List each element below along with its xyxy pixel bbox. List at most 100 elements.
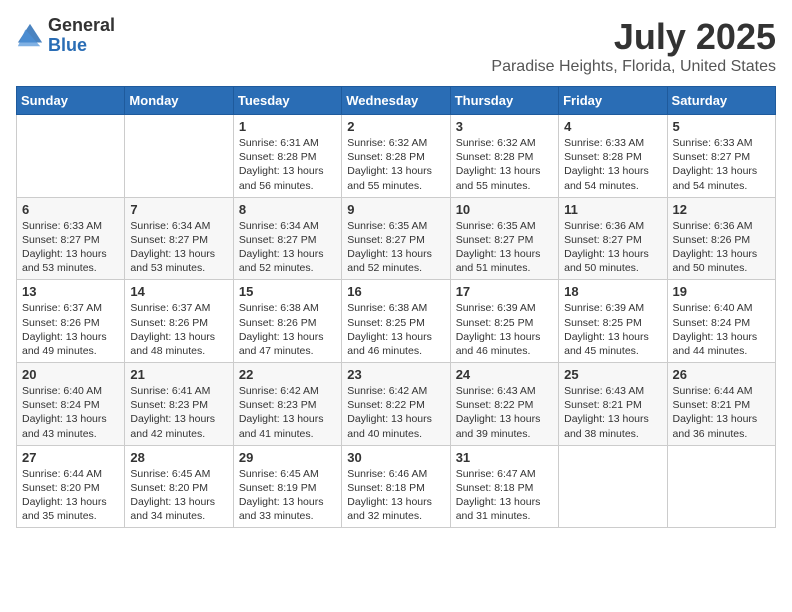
- day-info: Sunrise: 6:37 AM Sunset: 8:26 PM Dayligh…: [22, 301, 119, 358]
- day-number: 19: [673, 284, 770, 299]
- day-number: 12: [673, 202, 770, 217]
- day-number: 25: [564, 367, 661, 382]
- day-number: 13: [22, 284, 119, 299]
- calendar-cell: 22Sunrise: 6:42 AM Sunset: 8:23 PM Dayli…: [233, 363, 341, 446]
- calendar-week-row: 27 Sunrise: 6:44 AM Sunset: 8:20 PM Dayli…: [17, 445, 776, 528]
- day-info: Sunrise: 6:42 AM Sunset: 8:23 PM Dayligh…: [239, 384, 336, 441]
- calendar-cell: 12 Sunrise: 6:36 AM Sunset: 8:26 PM Dayli…: [667, 197, 775, 280]
- location-title: Paradise Heights, Florida, United States: [491, 58, 776, 76]
- day-of-week-header: Monday: [125, 87, 233, 115]
- day-info: Sunrise: 6:40 AM Sunset: 8:24 PM Dayligh…: [22, 384, 119, 441]
- calendar-header: SundayMondayTuesdayWednesdayThursdayFrid…: [17, 87, 776, 115]
- day-number: 11: [564, 202, 661, 217]
- day-number: 20: [22, 367, 119, 382]
- day-number: 18: [564, 284, 661, 299]
- day-info: Sunrise: 6:36 AM Sunset: 8:27 PM Dayligh…: [564, 219, 661, 276]
- calendar-cell: 5 Sunrise: 6:33 AM Sunset: 8:27 PM Daylig…: [667, 115, 775, 198]
- day-info: Sunrise: 6:33 AM Sunset: 8:27 PM Dayligh…: [673, 136, 770, 193]
- day-number: 31: [456, 450, 553, 465]
- calendar-cell: 28 Sunrise: 6:45 AM Sunset: 8:20 PM Dayli…: [125, 445, 233, 528]
- calendar-cell: 16Sunrise: 6:38 AM Sunset: 8:25 PM Dayli…: [342, 280, 450, 363]
- calendar-body: 1Sunrise: 6:31 AM Sunset: 8:28 PM Daylig…: [17, 115, 776, 528]
- page-header: General Blue July 2025 Paradise Heights,…: [16, 16, 776, 76]
- day-number: 4: [564, 119, 661, 134]
- day-info: Sunrise: 6:39 AM Sunset: 8:25 PM Dayligh…: [564, 301, 661, 358]
- day-number: 5: [673, 119, 770, 134]
- day-info: Sunrise: 6:45 AM Sunset: 8:20 PM Dayligh…: [130, 467, 227, 524]
- day-info: Sunrise: 6:43 AM Sunset: 8:22 PM Dayligh…: [456, 384, 553, 441]
- calendar-week-row: 6Sunrise: 6:33 AM Sunset: 8:27 PM Daylig…: [17, 197, 776, 280]
- month-title: July 2025: [491, 16, 776, 58]
- calendar-cell: 24Sunrise: 6:43 AM Sunset: 8:22 PM Dayli…: [450, 363, 558, 446]
- calendar-cell: 13 Sunrise: 6:37 AM Sunset: 8:26 PM Dayli…: [17, 280, 125, 363]
- calendar-cell: 30 Sunrise: 6:46 AM Sunset: 8:18 PM Dayli…: [342, 445, 450, 528]
- calendar-cell: 9 Sunrise: 6:35 AM Sunset: 8:27 PM Daylig…: [342, 197, 450, 280]
- calendar-cell: 8Sunrise: 6:34 AM Sunset: 8:27 PM Daylig…: [233, 197, 341, 280]
- day-info: Sunrise: 6:44 AM Sunset: 8:20 PM Dayligh…: [22, 467, 119, 524]
- calendar-cell: 31Sunrise: 6:47 AM Sunset: 8:18 PM Dayli…: [450, 445, 558, 528]
- day-number: 3: [456, 119, 553, 134]
- day-of-week-header: Wednesday: [342, 87, 450, 115]
- day-info: Sunrise: 6:33 AM Sunset: 8:28 PM Dayligh…: [564, 136, 661, 193]
- title-block: July 2025 Paradise Heights, Florida, Uni…: [491, 16, 776, 76]
- day-number: 26: [673, 367, 770, 382]
- calendar-week-row: 1Sunrise: 6:31 AM Sunset: 8:28 PM Daylig…: [17, 115, 776, 198]
- calendar-cell: 26 Sunrise: 6:44 AM Sunset: 8:21 PM Dayli…: [667, 363, 775, 446]
- day-info: Sunrise: 6:36 AM Sunset: 8:26 PM Dayligh…: [673, 219, 770, 276]
- day-info: Sunrise: 6:46 AM Sunset: 8:18 PM Dayligh…: [347, 467, 444, 524]
- calendar-cell: 1Sunrise: 6:31 AM Sunset: 8:28 PM Daylig…: [233, 115, 341, 198]
- day-of-week-header: Saturday: [667, 87, 775, 115]
- calendar-cell: 17 Sunrise: 6:39 AM Sunset: 8:25 PM Dayli…: [450, 280, 558, 363]
- logo-text: General Blue: [48, 16, 115, 56]
- day-number: 7: [130, 202, 227, 217]
- day-of-week-header: Sunday: [17, 87, 125, 115]
- calendar-cell: 29 Sunrise: 6:45 AM Sunset: 8:19 PM Dayli…: [233, 445, 341, 528]
- calendar-cell: [125, 115, 233, 198]
- day-info: Sunrise: 6:44 AM Sunset: 8:21 PM Dayligh…: [673, 384, 770, 441]
- day-of-week-header: Friday: [559, 87, 667, 115]
- calendar-cell: 15 Sunrise: 6:38 AM Sunset: 8:26 PM Dayli…: [233, 280, 341, 363]
- calendar-week-row: 13 Sunrise: 6:37 AM Sunset: 8:26 PM Dayli…: [17, 280, 776, 363]
- days-of-week-row: SundayMondayTuesdayWednesdayThursdayFrid…: [17, 87, 776, 115]
- calendar-cell: 19Sunrise: 6:40 AM Sunset: 8:24 PM Dayli…: [667, 280, 775, 363]
- day-of-week-header: Thursday: [450, 87, 558, 115]
- day-number: 9: [347, 202, 444, 217]
- day-info: Sunrise: 6:39 AM Sunset: 8:25 PM Dayligh…: [456, 301, 553, 358]
- day-number: 23: [347, 367, 444, 382]
- day-number: 16: [347, 284, 444, 299]
- day-info: Sunrise: 6:42 AM Sunset: 8:22 PM Dayligh…: [347, 384, 444, 441]
- calendar-cell: 7 Sunrise: 6:34 AM Sunset: 8:27 PM Daylig…: [125, 197, 233, 280]
- calendar-cell: 3Sunrise: 6:32 AM Sunset: 8:28 PM Daylig…: [450, 115, 558, 198]
- calendar-cell: [17, 115, 125, 198]
- day-info: Sunrise: 6:41 AM Sunset: 8:23 PM Dayligh…: [130, 384, 227, 441]
- calendar-cell: [559, 445, 667, 528]
- calendar-week-row: 20 Sunrise: 6:40 AM Sunset: 8:24 PM Dayli…: [17, 363, 776, 446]
- calendar-cell: 14 Sunrise: 6:37 AM Sunset: 8:26 PM Dayli…: [125, 280, 233, 363]
- day-info: Sunrise: 6:45 AM Sunset: 8:19 PM Dayligh…: [239, 467, 336, 524]
- calendar-cell: 10Sunrise: 6:35 AM Sunset: 8:27 PM Dayli…: [450, 197, 558, 280]
- day-info: Sunrise: 6:38 AM Sunset: 8:26 PM Dayligh…: [239, 301, 336, 358]
- day-number: 17: [456, 284, 553, 299]
- calendar-cell: 21Sunrise: 6:41 AM Sunset: 8:23 PM Dayli…: [125, 363, 233, 446]
- day-number: 28: [130, 450, 227, 465]
- day-info: Sunrise: 6:35 AM Sunset: 8:27 PM Dayligh…: [456, 219, 553, 276]
- logo: General Blue: [16, 16, 115, 56]
- day-of-week-header: Tuesday: [233, 87, 341, 115]
- day-number: 14: [130, 284, 227, 299]
- calendar-cell: 20 Sunrise: 6:40 AM Sunset: 8:24 PM Dayli…: [17, 363, 125, 446]
- day-info: Sunrise: 6:35 AM Sunset: 8:27 PM Dayligh…: [347, 219, 444, 276]
- calendar-cell: 11 Sunrise: 6:36 AM Sunset: 8:27 PM Dayli…: [559, 197, 667, 280]
- calendar-cell: 18 Sunrise: 6:39 AM Sunset: 8:25 PM Dayli…: [559, 280, 667, 363]
- calendar-cell: 4 Sunrise: 6:33 AM Sunset: 8:28 PM Daylig…: [559, 115, 667, 198]
- day-number: 2: [347, 119, 444, 134]
- calendar-cell: 25 Sunrise: 6:43 AM Sunset: 8:21 PM Dayli…: [559, 363, 667, 446]
- day-info: Sunrise: 6:43 AM Sunset: 8:21 PM Dayligh…: [564, 384, 661, 441]
- day-info: Sunrise: 6:37 AM Sunset: 8:26 PM Dayligh…: [130, 301, 227, 358]
- day-info: Sunrise: 6:34 AM Sunset: 8:27 PM Dayligh…: [130, 219, 227, 276]
- day-number: 30: [347, 450, 444, 465]
- day-number: 27: [22, 450, 119, 465]
- day-number: 29: [239, 450, 336, 465]
- day-number: 15: [239, 284, 336, 299]
- day-number: 6: [22, 202, 119, 217]
- logo-blue-label: Blue: [48, 36, 115, 56]
